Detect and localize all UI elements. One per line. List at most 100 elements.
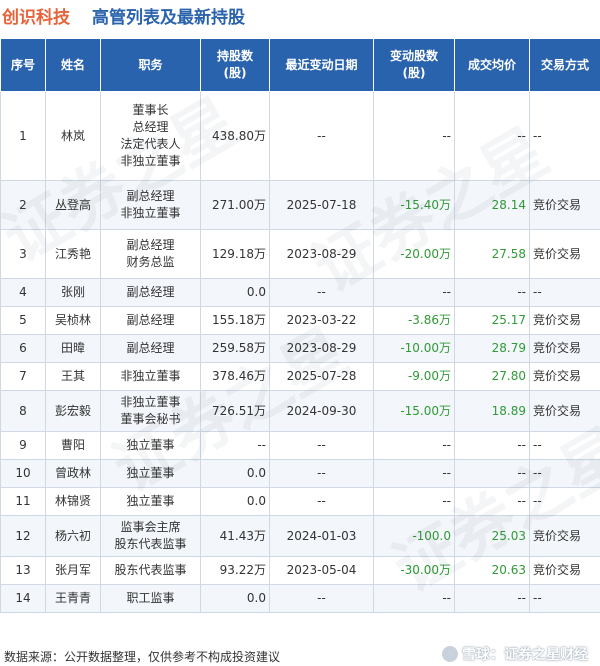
position-line: 法定代表人 — [120, 137, 181, 151]
table-row: 14 王青青 职工监事 0.0 -- -- -- -- — [0, 584, 600, 613]
name-cell: 彭宏毅 — [45, 390, 101, 432]
shares-cell: -- — [200, 431, 270, 460]
name-cell: 张月军 — [45, 556, 101, 585]
table-row: 9 曹阳 独立董事 -- -- -- -- -- — [0, 431, 600, 460]
trade-mode-cell: -- — [529, 487, 600, 516]
row-number-cell: 10 — [0, 459, 46, 488]
position-line: 职工监事 — [126, 591, 175, 605]
avg-price-cell: -- — [454, 431, 530, 460]
position-line: 副总经理 — [126, 189, 175, 203]
name-cell: 林岚 — [45, 91, 101, 181]
position-line: 副总经理 — [126, 285, 175, 299]
change-date-cell: -- — [269, 431, 374, 460]
avg-price-cell: -- — [454, 487, 530, 516]
position-cell: 职工监事 — [100, 584, 201, 613]
table-row: 5 吴桢林 副总经理 155.18万 2023-03-22 -3.86万 25.17 竞价交易 — [0, 306, 600, 335]
row-number-cell: 7 — [0, 362, 46, 391]
avg-price-cell: 25.17 — [454, 306, 530, 335]
snowball-logo-icon — [442, 646, 458, 662]
change-shares-cell: -- — [373, 459, 455, 488]
column-header-text: 序号 — [10, 57, 35, 72]
position-line: 总经理 — [132, 120, 169, 134]
name-cell: 江秀艳 — [45, 229, 101, 279]
shares-cell: 129.18万 — [200, 229, 270, 279]
name-cell: 丛登高 — [45, 180, 101, 230]
change-date-cell: 2023-03-22 — [269, 306, 374, 335]
position-line: 股东代表监事 — [114, 563, 187, 577]
brand-watermark: 雪球：证券之星财经 — [442, 644, 588, 664]
column-header: 职务 — [100, 38, 201, 92]
position-cell: 独立董事 — [100, 487, 201, 516]
change-shares-cell: -- — [373, 431, 455, 460]
change-shares-cell: -100.0 — [373, 515, 455, 557]
position-line: 非独立董事 — [120, 154, 181, 168]
position-cell: 董事长 总经理 法定代表人 非独立董事 — [100, 91, 201, 181]
table-row: 4 张刚 副总经理 0.0 -- -- -- -- — [0, 278, 600, 307]
position-line: 独立董事 — [126, 438, 175, 452]
table-row: 10 曾政林 独立董事 0.0 -- -- -- -- — [0, 459, 600, 488]
change-shares-cell: -20.00万 — [373, 229, 455, 279]
shares-cell: 0.0 — [200, 487, 270, 516]
position-cell: 非独立董事 董事会秘书 — [100, 390, 201, 432]
position-cell: 独立董事 — [100, 431, 201, 460]
change-shares-cell: -9.00万 — [373, 362, 455, 391]
column-header-text: 最近变动日期 — [285, 57, 358, 72]
trade-mode-cell: 竞价交易 — [529, 556, 600, 585]
change-shares-cell: -- — [373, 278, 455, 307]
change-date-cell: -- — [269, 91, 374, 181]
column-header: 变动股数 (股) — [373, 38, 455, 92]
change-date-cell: 2023-08-29 — [269, 334, 374, 363]
shares-cell: 726.51万 — [200, 390, 270, 432]
trade-mode-cell: 竞价交易 — [529, 334, 600, 363]
table-row: 7 王其 非独立董事 378.46万 2025-07-28 -9.00万 27.80 竞价交易 — [0, 362, 600, 391]
avg-price-cell: -- — [454, 584, 530, 613]
change-shares-cell: -- — [373, 584, 455, 613]
avg-price-cell: 25.03 — [454, 515, 530, 557]
shares-cell: 0.0 — [200, 584, 270, 613]
row-number-cell: 6 — [0, 334, 46, 363]
column-header-text: (股) — [402, 66, 426, 80]
change-date-cell: 2023-05-04 — [269, 556, 374, 585]
row-number-cell: 5 — [0, 306, 46, 335]
trade-mode-cell: -- — [529, 584, 600, 613]
row-number-cell: 1 — [0, 91, 46, 181]
change-shares-cell: -3.86万 — [373, 306, 455, 335]
table-row: 13 张月军 股东代表监事 93.22万 2023-05-04 -30.00万 20.63 竞… — [0, 556, 600, 585]
position-cell: 副总经理 — [100, 306, 201, 335]
column-header-text: 变动股数 — [389, 49, 438, 63]
column-header: 序号 — [0, 38, 46, 92]
data-source-note: 数据来源：公开数据整理，仅供参考不构成投资建议 — [4, 650, 281, 664]
trade-mode-cell: 竞价交易 — [529, 229, 600, 279]
position-cell: 非独立董事 — [100, 362, 201, 391]
change-shares-cell: -10.00万 — [373, 334, 455, 363]
avg-price-cell: 27.58 — [454, 229, 530, 279]
row-number-cell: 14 — [0, 584, 46, 613]
name-cell: 曾政林 — [45, 459, 101, 488]
position-line: 董事会秘书 — [120, 412, 181, 426]
company-name: 创识科技 — [2, 8, 70, 28]
position-line: 非独立董事 — [120, 206, 181, 220]
name-cell: 田暐 — [45, 334, 101, 363]
position-cell: 副总经理 非独立董事 — [100, 180, 201, 230]
shares-cell: 93.22万 — [200, 556, 270, 585]
change-date-cell: -- — [269, 459, 374, 488]
trade-mode-cell: -- — [529, 431, 600, 460]
change-date-cell: 2023-08-29 — [269, 229, 374, 279]
change-date-cell: -- — [269, 584, 374, 613]
trade-mode-cell: 竞价交易 — [529, 306, 600, 335]
trade-mode-cell: 竞价交易 — [529, 362, 600, 391]
column-header-text: 成交均价 — [467, 57, 516, 72]
shares-cell: 271.00万 — [200, 180, 270, 230]
position-line: 独立董事 — [126, 494, 175, 508]
table-row: 2 丛登高 副总经理 非独立董事 271.00万 2025-07-18 -15.40万 28.… — [0, 180, 600, 230]
position-line: 副总经理 — [126, 238, 175, 252]
trade-mode-cell: 竞价交易 — [529, 515, 600, 557]
avg-price-cell: 18.89 — [454, 390, 530, 432]
executive-holdings-table: 序号 姓名 职务 持股数 (股) 最近变动日期 变动股数 (股) 成交均价 交易方式 1 林岚 董事长… — [0, 38, 600, 613]
row-number-cell: 12 — [0, 515, 46, 557]
change-date-cell: -- — [269, 487, 374, 516]
position-line: 财务总监 — [126, 255, 175, 269]
brand-text: 雪球：证券之星财经 — [462, 647, 588, 663]
table-row: 12 杨六初 监事会主席 股东代表监事 41.43万 2024-01-03 -100.0 25… — [0, 515, 600, 557]
name-cell: 林锦贤 — [45, 487, 101, 516]
